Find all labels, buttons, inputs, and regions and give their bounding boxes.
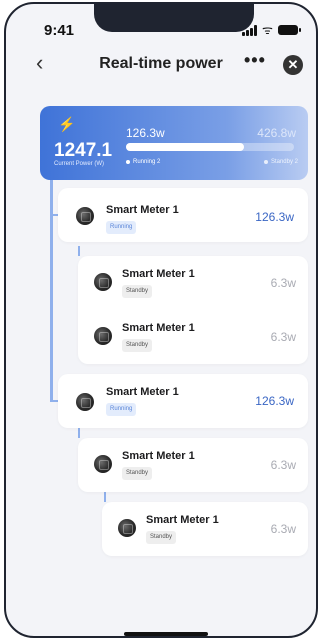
device-name: Smart Meter 1 (122, 268, 195, 280)
power-summary-card: ⚡ 1247.1 Current Power (W) 126.3w 426.8w… (40, 106, 308, 180)
device-power: 6.3w (270, 458, 296, 472)
device-name: Smart Meter 1 (106, 386, 179, 398)
power-progress-fill (126, 143, 244, 151)
device-power: 6.3w (270, 330, 296, 344)
more-icon[interactable]: ••• (244, 50, 266, 71)
device-name: Smart Meter 1 (122, 322, 195, 334)
running-dot-icon (126, 160, 130, 164)
device-row[interactable]: Smart Meter 1 Standby 6.3w (78, 310, 308, 362)
total-power-value: 1247.1 (54, 140, 113, 161)
device-name: Smart Meter 1 (106, 204, 179, 216)
running-power-value: 126.3w (126, 126, 165, 140)
device-power: 126.3w (255, 210, 294, 224)
device-power: 6.3w (270, 522, 296, 536)
close-icon[interactable]: ✕ (283, 55, 303, 75)
legend-standby: Standby 2 (263, 159, 298, 165)
status-badge: Standby (122, 285, 153, 298)
device-name: Smart Meter 1 (146, 514, 219, 526)
legend-running-label: Running 2 (133, 159, 161, 165)
device-row[interactable]: Smart Meter 1 Running 126.3w (58, 188, 308, 240)
smart-meter-icon (118, 519, 136, 537)
standby-dot-icon (263, 160, 268, 164)
smart-meter-icon (94, 327, 112, 345)
wifi-icon: ᯤ (262, 23, 273, 37)
battery-icon (278, 25, 301, 35)
tree-line-sub-3 (104, 492, 106, 502)
tree-line-sub-2 (78, 428, 80, 438)
notch (94, 4, 254, 32)
tree-line-sub-1 (78, 246, 80, 256)
smart-meter-icon (94, 273, 112, 291)
status-badge: Standby (146, 531, 177, 544)
header: ‹ Real-time power ••• ✕ (6, 48, 316, 80)
standby-power-value: 426.8w (257, 126, 296, 140)
device-name: Smart Meter 1 (122, 450, 195, 462)
smart-meter-icon (94, 455, 112, 473)
status-time: 9:41 (44, 22, 75, 39)
legend-running: Running 2 (126, 159, 160, 165)
status-badge: Running (106, 403, 137, 416)
bolt-icon: ⚡ (58, 116, 76, 132)
device-card[interactable]: Smart Meter 1 Running 126.3w (58, 374, 308, 428)
device-power: 126.3w (255, 394, 294, 408)
device-card[interactable]: Smart Meter 1 Standby 6.3w (78, 438, 308, 492)
device-row[interactable]: Smart Meter 1 Standby 6.3w (78, 438, 308, 490)
page-title: Real-time power (99, 55, 223, 72)
legend-standby-label: Standby 2 (270, 159, 298, 165)
device-row[interactable]: Smart Meter 1 Running 126.3w (58, 374, 308, 426)
total-power-label: Current Power (W) (54, 161, 105, 167)
smart-meter-icon (76, 393, 94, 411)
status-badge: Standby (122, 467, 153, 480)
device-card[interactable]: Smart Meter 1 Running 126.3w (58, 188, 308, 242)
device-row[interactable]: Smart Meter 1 Standby 6.3w (102, 502, 308, 554)
status-icons: ᯤ (242, 23, 301, 37)
device-card[interactable]: Smart Meter 1 Standby 6.3w Smart Meter 1… (78, 256, 308, 364)
device-card[interactable]: Smart Meter 1 Standby 6.3w (102, 502, 308, 556)
smart-meter-icon (76, 207, 94, 225)
signal-icon (242, 24, 258, 36)
status-badge: Running (106, 221, 137, 234)
status-badge: Standby (122, 339, 153, 352)
home-indicator[interactable] (124, 632, 208, 636)
power-progress-bar (126, 143, 294, 151)
device-power: 6.3w (270, 276, 296, 290)
device-row[interactable]: Smart Meter 1 Standby 6.3w (78, 256, 308, 308)
phone-frame: 9:41 ᯤ ‹ Real-time power ••• ✕ ⚡ 1247.1 … (4, 2, 318, 638)
